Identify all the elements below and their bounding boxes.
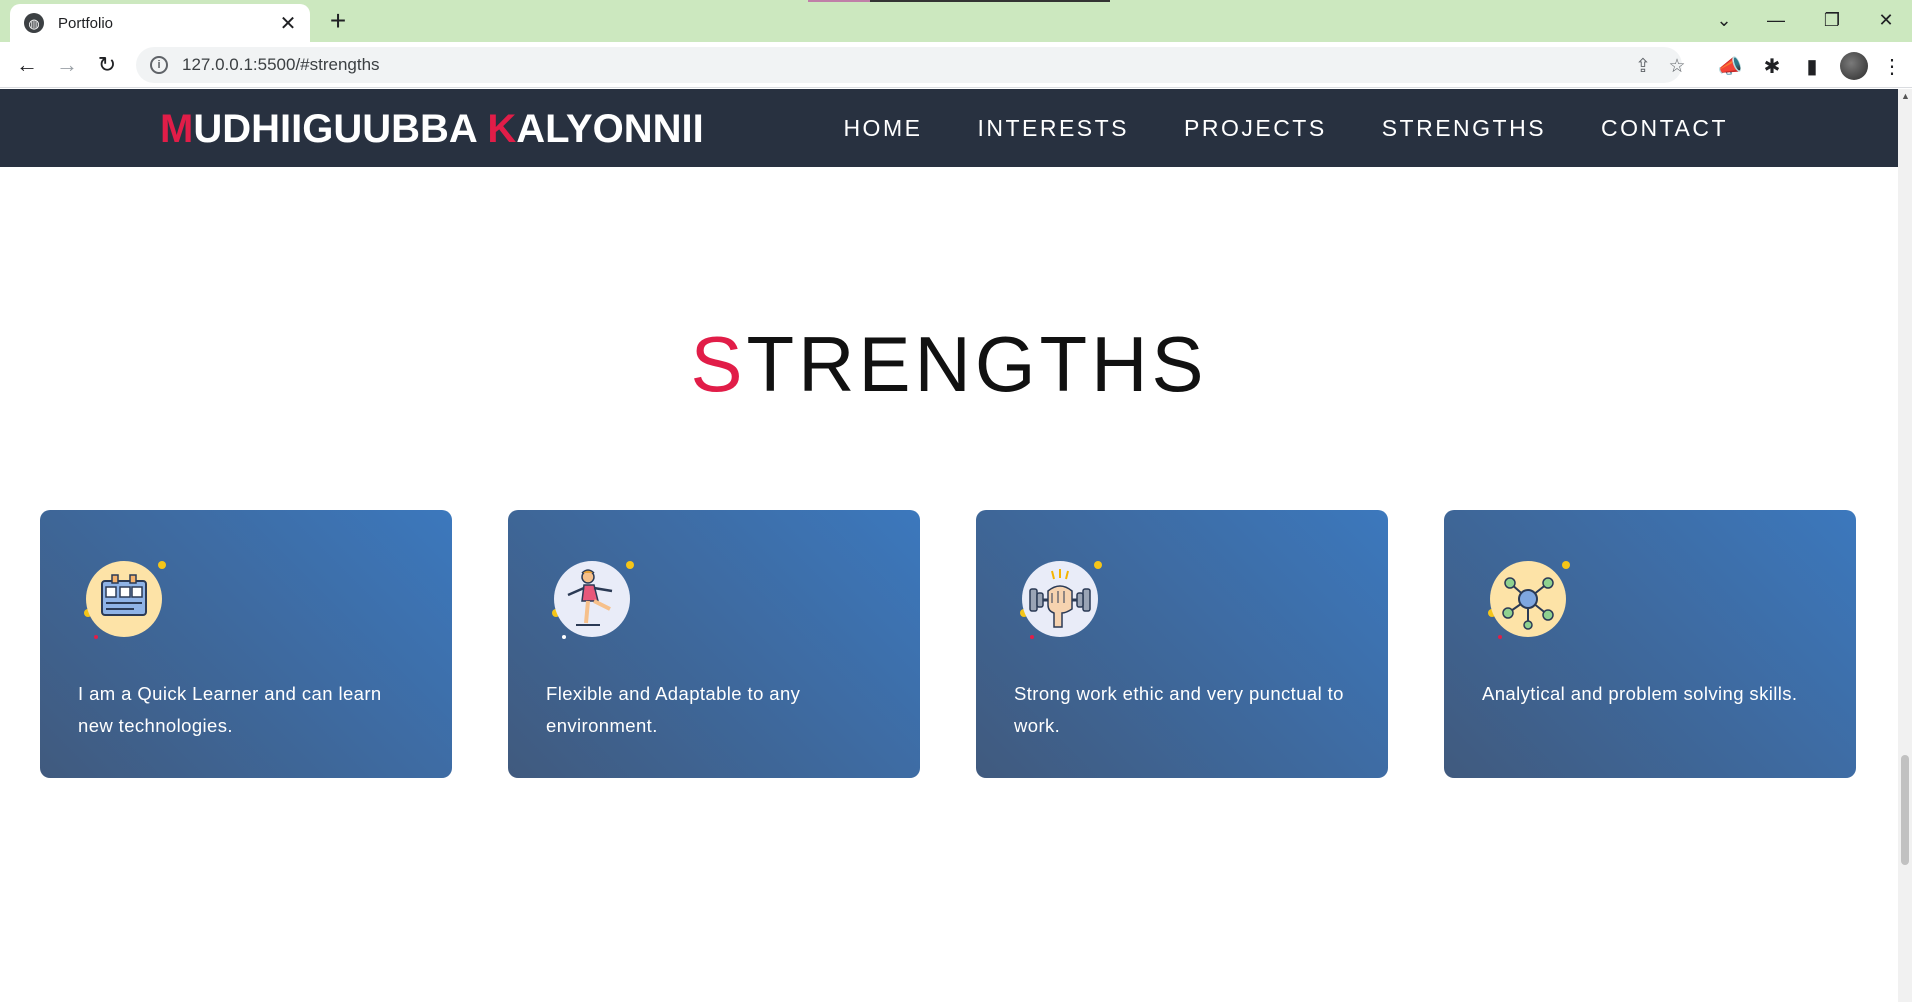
site-logo[interactable]: MUDHIIGUUBBA KALYONNII xyxy=(160,107,704,152)
restore-button[interactable]: ❐ xyxy=(1804,0,1860,40)
gymnast-icon xyxy=(552,561,634,641)
dumbbell-fist-icon xyxy=(1020,561,1102,641)
page-viewport: MUDHIIGUUBBA KALYONNII HOME INTERESTS PR… xyxy=(0,89,1898,1002)
globe-icon: ◍ xyxy=(24,13,44,33)
megaphone-extension-icon[interactable]: 📣 xyxy=(1718,54,1743,78)
forward-button[interactable]: → xyxy=(50,48,84,82)
logo-first-initial: M xyxy=(160,107,194,151)
strength-card-text: Analytical and problem solving skills. xyxy=(1482,683,1798,704)
profile-avatar[interactable] xyxy=(1840,52,1868,80)
strength-card: Strong work ethic and very punctual to w… xyxy=(976,510,1388,778)
tab-search-chevron-icon[interactable]: ⌄ xyxy=(1696,0,1752,40)
scrollbar-thumb[interactable] xyxy=(1901,755,1909,865)
tab-strip-indicator xyxy=(808,0,1110,2)
learning-board-icon xyxy=(84,561,166,641)
strengths-card-list: I am a Quick Learner and can learn new t… xyxy=(40,510,1856,778)
browser-tab-strip: ◍ Portfolio ✕ + ⌄ — ❐ ✕ xyxy=(0,0,1912,42)
browser-toolbar: ← → ↻ i 127.0.0.1:5500/#strengths ⇪ ☆ 📣 … xyxy=(0,42,1912,88)
browser-tab[interactable]: ◍ Portfolio ✕ xyxy=(10,4,310,42)
url-text[interactable]: 127.0.0.1:5500/#strengths xyxy=(182,55,380,75)
reload-button[interactable]: ↻ xyxy=(90,48,124,82)
scroll-up-arrow-icon[interactable]: ▲ xyxy=(1901,91,1910,101)
section-title: STRENGTHS xyxy=(0,319,1898,410)
site-info-icon[interactable]: i xyxy=(150,56,168,74)
logo-last-rest: ALYONNII xyxy=(516,107,704,151)
nav-link-strengths[interactable]: STRENGTHS xyxy=(1382,115,1546,142)
tab-close-icon[interactable]: ✕ xyxy=(278,11,298,36)
network-nodes-icon xyxy=(1488,561,1570,641)
minimize-button[interactable]: — xyxy=(1748,0,1804,40)
extensions-puzzle-icon[interactable]: ✱ xyxy=(1760,54,1784,78)
strength-card: Flexible and Adaptable to any environmen… xyxy=(508,510,920,778)
strength-card-text: I am a Quick Learner and can learn new t… xyxy=(78,683,382,736)
back-button[interactable]: ← xyxy=(10,48,44,82)
nav-link-projects[interactable]: PROJECTS xyxy=(1184,115,1327,142)
strength-card: Analytical and problem solving skills. xyxy=(1444,510,1856,778)
site-navbar: MUDHIIGUUBBA KALYONNII HOME INTERESTS PR… xyxy=(0,89,1898,167)
bookmark-star-icon[interactable]: ☆ xyxy=(1666,55,1688,77)
share-icon[interactable]: ⇪ xyxy=(1632,55,1654,77)
close-window-button[interactable]: ✕ xyxy=(1858,0,1912,40)
side-panel-icon[interactable]: ▮ xyxy=(1800,54,1824,78)
section-title-initial: S xyxy=(690,320,747,408)
logo-first-rest: UDHIIGUUBBA xyxy=(193,107,488,151)
strength-card-text: Flexible and Adaptable to any environmen… xyxy=(546,683,801,736)
logo-last-initial: K xyxy=(487,107,517,151)
nav-link-interests[interactable]: INTERESTS xyxy=(977,115,1129,142)
address-bar[interactable]: i 127.0.0.1:5500/#strengths ⇪ ☆ xyxy=(136,47,1686,83)
nav-link-home[interactable]: HOME xyxy=(843,115,922,142)
strength-card: I am a Quick Learner and can learn new t… xyxy=(40,510,452,778)
main-menu: HOME INTERESTS PROJECTS STRENGTHS CONTAC… xyxy=(843,115,1728,142)
browser-menu-icon[interactable]: ⋮ xyxy=(1880,54,1904,78)
tab-title: Portfolio xyxy=(58,14,114,32)
strength-card-text: Strong work ethic and very punctual to w… xyxy=(1014,683,1344,736)
new-tab-button[interactable]: + xyxy=(322,6,354,38)
nav-link-contact[interactable]: CONTACT xyxy=(1601,115,1728,142)
section-title-rest: TRENGTHS xyxy=(746,320,1208,408)
page-scrollbar[interactable]: ▲ xyxy=(1898,89,1912,1002)
